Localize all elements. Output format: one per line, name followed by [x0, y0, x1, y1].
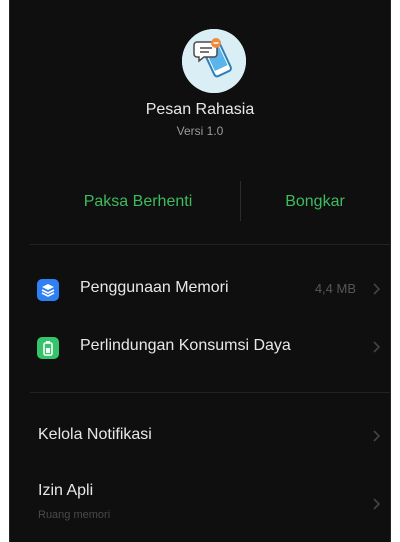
power-protection-row[interactable]: Perlindungan Konsumsi Daya: [10, 322, 390, 374]
battery-icon: [37, 337, 59, 359]
app-name: Pesan Rahasia: [145, 101, 255, 118]
uninstall-button[interactable]: Bongkar: [250, 187, 380, 217]
memory-usage-label: Penggunaan Memori: [80, 279, 229, 296]
layers-icon: [37, 279, 59, 301]
app-permissions-row[interactable]: Izin Apli: [10, 467, 390, 542]
manage-notifications-label: Kelola Notifikasi: [38, 426, 152, 443]
app-permissions-label: Izin Apli: [38, 482, 94, 499]
memory-usage-row[interactable]: Penggunaan Memori 4,4 MB: [10, 264, 390, 316]
app-version: Versi 1.0: [176, 124, 224, 138]
chevron-right-icon: [373, 283, 381, 295]
force-stop-button[interactable]: Paksa Berhenti: [50, 187, 226, 217]
chevron-right-icon: [373, 430, 381, 442]
app-permissions-sublabel: Ruang memori: [38, 509, 111, 521]
chat-phone-icon: [182, 29, 246, 93]
chevron-right-icon: [373, 498, 381, 510]
app-info-screen: Pesan Rahasia Versi 1.0 Paksa Berhenti B…: [9, 0, 391, 542]
action-divider: [240, 181, 241, 221]
section-divider: [30, 244, 390, 245]
manage-notifications-row[interactable]: Kelola Notifikasi: [10, 411, 390, 463]
chevron-right-icon: [373, 341, 381, 353]
power-protection-label: Perlindungan Konsumsi Daya: [80, 337, 291, 354]
section-divider: [30, 392, 390, 393]
memory-usage-value: 4,4 MB: [314, 281, 356, 296]
